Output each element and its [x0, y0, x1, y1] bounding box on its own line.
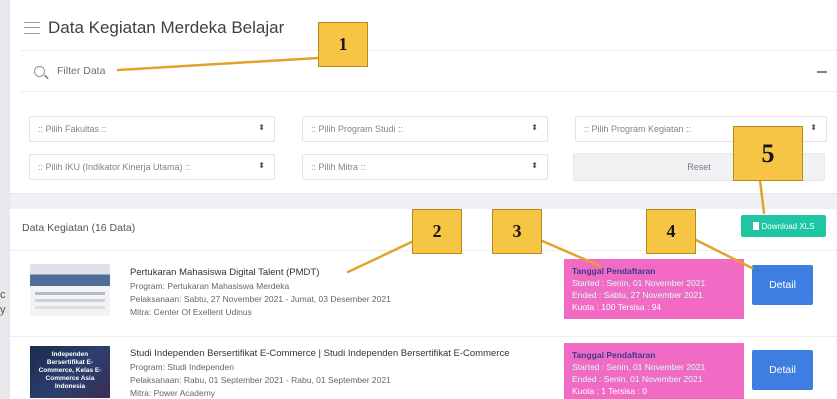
annotation-arrow-5 — [758, 178, 766, 215]
annotation-arrows — [116, 56, 766, 274]
callout-2: 2 — [412, 209, 462, 254]
callout-1: 1 — [318, 22, 368, 67]
callout-3: 3 — [492, 209, 542, 254]
page: c y Data Kegiatan Merdeka Belajar Filter… — [0, 0, 837, 399]
annotation-arrow-1 — [116, 56, 320, 72]
callout-5: 5 — [733, 126, 803, 181]
callout-4: 4 — [646, 209, 696, 254]
